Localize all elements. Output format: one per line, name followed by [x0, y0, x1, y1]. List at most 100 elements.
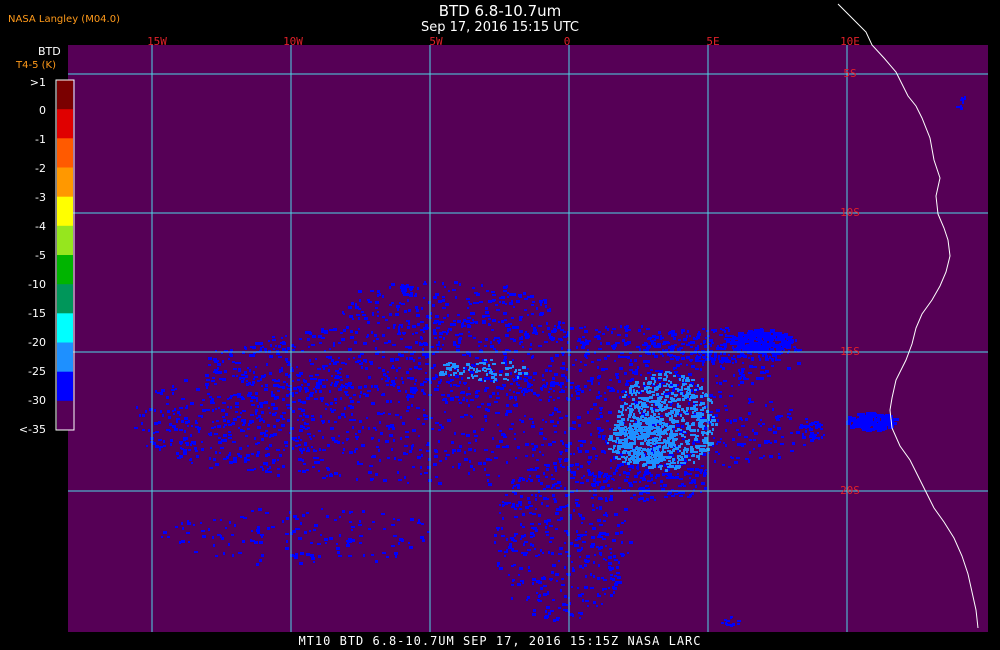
btd-pixel	[335, 370, 339, 372]
btd-pixel	[820, 428, 823, 430]
btd-pixel	[692, 411, 694, 414]
btd-pixel	[765, 358, 769, 361]
btd-pixel	[550, 384, 553, 387]
btd-pixel	[656, 416, 660, 418]
btd-pixel	[620, 356, 624, 358]
legend-swatch	[57, 342, 73, 373]
btd-pixel	[371, 402, 375, 405]
btd-pixel	[455, 375, 459, 378]
btd-pixel	[492, 299, 496, 301]
btd-pixel	[711, 432, 713, 435]
btd-pixel	[278, 345, 281, 348]
btd-pixel	[181, 522, 183, 525]
btd-pixel	[636, 456, 639, 459]
btd-pixel	[551, 381, 555, 383]
btd-pixel	[236, 375, 238, 377]
btd-pixel	[513, 306, 515, 308]
btd-pixel	[400, 437, 402, 440]
btd-pixel	[408, 309, 411, 312]
btd-pixel	[736, 457, 740, 459]
btd-pixel	[741, 445, 744, 447]
btd-pixel	[309, 530, 311, 532]
btd-pixel	[461, 333, 463, 335]
btd-pixel	[636, 466, 639, 469]
btd-pixel	[659, 422, 662, 425]
btd-pixel	[472, 287, 475, 289]
btd-pixel	[228, 431, 231, 433]
btd-pixel	[894, 418, 899, 421]
btd-pixel	[613, 347, 615, 350]
btd-pixel	[700, 360, 702, 362]
btd-pixel	[487, 409, 490, 412]
btd-pixel	[558, 338, 562, 340]
btd-pixel	[719, 382, 722, 385]
btd-pixel	[319, 342, 322, 344]
btd-pixel	[407, 299, 409, 302]
btd-pixel	[546, 468, 549, 471]
btd-pixel	[496, 386, 500, 389]
btd-pixel	[640, 452, 644, 454]
btd-pixel	[177, 411, 180, 414]
btd-pixel	[679, 378, 681, 381]
btd-pixel	[448, 364, 450, 366]
btd-pixel	[716, 382, 718, 384]
btd-pixel	[686, 356, 690, 359]
btd-pixel	[393, 518, 395, 520]
btd-pixel	[642, 402, 646, 405]
btd-pixel	[507, 292, 509, 294]
btd-pixel	[377, 322, 380, 324]
btd-pixel	[571, 327, 574, 329]
btd-pixel	[509, 367, 512, 369]
btd-pixel	[338, 435, 340, 437]
btd-pixel	[758, 345, 763, 349]
btd-pixel	[699, 423, 703, 425]
lat-label: 15S	[840, 345, 860, 358]
btd-pixel	[499, 297, 501, 299]
btd-pixel	[532, 448, 536, 451]
btd-pixel	[343, 448, 345, 451]
btd-pixel	[234, 524, 236, 527]
btd-pixel	[458, 338, 461, 341]
btd-pixel	[520, 538, 522, 540]
btd-pixel	[244, 460, 247, 463]
btd-pixel	[723, 380, 727, 382]
btd-pixel	[282, 520, 284, 523]
btd-pixel	[515, 457, 517, 459]
btd-pixel	[683, 375, 685, 377]
btd-pixel	[617, 447, 621, 450]
btd-pixel	[608, 343, 610, 345]
btd-pixel	[702, 360, 705, 363]
btd-pixel	[612, 578, 615, 581]
btd-pixel	[624, 438, 628, 440]
btd-pixel	[687, 425, 691, 428]
btd-pixel	[592, 527, 596, 530]
btd-pixel	[590, 433, 592, 436]
btd-pixel	[468, 369, 470, 371]
btd-pixel	[250, 539, 252, 542]
btd-pixel	[527, 368, 529, 370]
btd-pixel	[538, 600, 542, 602]
btd-pixel	[318, 430, 321, 432]
btd-pixel	[543, 576, 545, 578]
btd-pixel	[702, 434, 704, 436]
btd-pixel	[701, 431, 705, 434]
btd-pixel	[589, 523, 593, 525]
btd-pixel	[550, 537, 554, 539]
btd-pixel	[855, 419, 860, 422]
btd-pixel	[386, 384, 389, 386]
btd-pixel	[630, 379, 632, 382]
btd-pixel	[720, 365, 722, 368]
btd-pixel	[660, 468, 662, 470]
btd-pixel	[305, 387, 308, 389]
btd-pixel	[273, 433, 277, 436]
btd-pixel	[599, 506, 602, 509]
btd-pixel	[527, 469, 531, 471]
btd-pixel	[334, 519, 337, 521]
btd-pixel	[361, 362, 363, 365]
btd-pixel	[518, 294, 522, 297]
btd-pixel	[675, 400, 677, 402]
btd-pixel	[705, 337, 707, 339]
btd-pixel	[585, 450, 589, 453]
btd-pixel	[486, 373, 488, 376]
btd-pixel	[799, 426, 803, 429]
